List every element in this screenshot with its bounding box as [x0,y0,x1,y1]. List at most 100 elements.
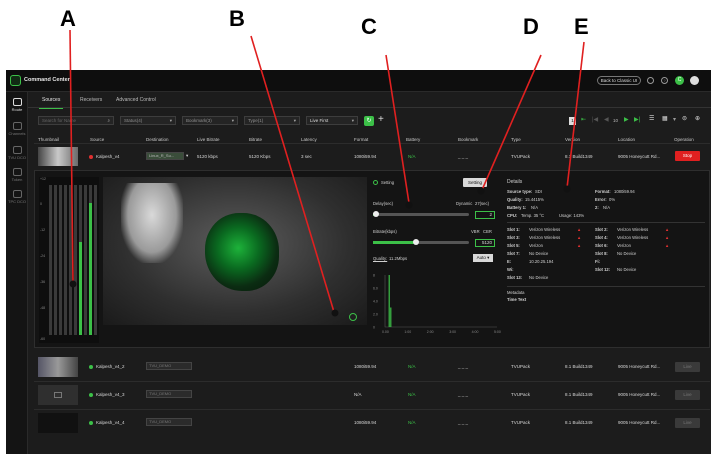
cbr-label[interactable]: CBR [483,229,492,234]
list-view-icon[interactable]: ☰ [649,115,654,122]
prev-icon[interactable]: |◀ [592,116,598,123]
row-bookmark[interactable]: _ _ _ [458,364,468,369]
live-button[interactable]: Live [675,390,700,400]
col-operation: Operation [674,137,694,142]
type-filter[interactable]: Type(1) ▾ [244,116,300,125]
view-dropdown-icon[interactable]: ▾ [673,116,676,123]
tpc-dco-icon [12,190,22,198]
sort-select[interactable]: Live First ▾ [306,116,358,125]
sidebar-item-channels[interactable]: Channels [6,122,28,136]
mini-chart-axis [384,275,497,328]
bitrate-slider[interactable] [373,239,469,245]
slot-label: E: [507,259,512,264]
row-source: Kalpesh_v4_2 [96,364,125,369]
mini-chart-x-tick: 1:00 [404,330,411,334]
source-type-label: Source type: [507,189,533,194]
slot-label: Slot 2: [595,227,608,232]
row-bookmark[interactable]: _ _ _ [458,420,468,425]
page-number[interactable]: 1 [569,117,576,125]
tab-advanced-control[interactable]: Advanced Control [116,97,156,103]
settings-icon[interactable] [647,77,654,84]
mini-chart-y-tick: 4.0 [373,300,378,304]
first-page-icon[interactable]: ⇤ [581,116,586,123]
audio-scale-4: -36 [40,280,46,284]
app-logo-icon [10,75,21,86]
bitrate-slider-knob[interactable] [413,239,420,245]
slot-label: Slot 7: [507,251,520,256]
destination-select-value: Linux_R_Su... [149,153,175,158]
back-to-classic-button[interactable]: Back to Classic UI [597,76,641,85]
table-row[interactable]: Kalpesh_v4_4 TVU_DEMO 1080i59.94 N/A _ _… [28,410,711,436]
table-row[interactable]: Kalpesh_v4_3 TVU_DEMO N/A N/A _ _ _ TVUP… [28,382,711,408]
live-button[interactable]: Live [675,418,700,428]
main-content: Sources Receivers Advanced Control Searc… [28,92,711,454]
preview-fullscreen-icon[interactable] [349,313,357,321]
search-input[interactable]: Search for Name ⌕ [38,116,114,125]
sidebar-item-tpc-dco[interactable]: TPC DCO [6,190,28,204]
bookmark-filter[interactable]: Bookmark(3) ▾ [182,116,238,125]
auto-button[interactable]: Auto ▾ [473,254,493,262]
audio-scale-3: -24 [40,254,46,258]
bitrate-input[interactable]: 5120 [475,239,495,247]
refresh-button[interactable]: ↻ [364,116,374,126]
row-location: 9005 Honeycutt Rd... [618,364,661,369]
destination-select[interactable]: Linux_R_Su... [146,152,184,160]
grid-view-icon[interactable]: ▦ [662,115,668,122]
row-bitrate[interactable]: 5120 Kbps [249,154,271,159]
live-button[interactable]: Live [675,362,700,372]
table-row[interactable]: Kalpesh_v4_2 TVU_DEMO 1080i59.94 N/A _ _… [28,354,711,380]
token-icon [12,168,22,176]
next-page-icon[interactable]: ▶ [624,116,629,123]
row-format: 1080i59.94 [354,364,377,369]
per-page-value[interactable]: 10 [613,118,618,123]
delay-slider[interactable] [372,211,469,217]
slot-error-icon: ▲ [577,235,582,240]
help-icon[interactable]: ? [661,77,668,84]
vbr-label[interactable]: VBR [471,229,480,234]
slot-error-icon: ▲ [577,243,582,248]
setting-button[interactable]: Setting [463,178,487,187]
cpu-temp: Temp. 35 °C [521,213,545,218]
destination-select[interactable]: TVU_DEMO [146,390,192,398]
filter-icon[interactable]: ⊜ [682,115,687,122]
add-icon[interactable]: + [378,114,384,125]
slot-label: Fi: [595,259,601,264]
row-battery: N/A [408,392,416,397]
mini-chart-y-tick: 6.0 [373,287,378,291]
status-filter-label: Status(4) [124,118,143,123]
table-row[interactable]: Kalpesh_v4 Linux_R_Su... ▾ 5120 kbps 512… [28,144,711,168]
row-format: N/A [354,392,362,397]
destination-select[interactable]: TVU_DEMO [146,362,192,370]
sidebar-item-tvu-dco[interactable]: TVU DCO [6,146,28,160]
row-latency[interactable]: 3 sec [301,154,312,159]
mini-chart-bar [388,275,390,327]
callout-a: A [60,6,76,31]
delay-slider-knob[interactable] [372,211,379,217]
dynamic-value: 27(sec) [475,201,489,206]
sidebar-item-route[interactable]: Route [6,98,28,112]
mini-chart-bar [390,307,392,327]
destination-select[interactable]: TVU_DEMO [146,418,192,426]
audio-scale-6: -60 [40,337,46,341]
row-location: 9005 Honeycutt Rd... [618,154,661,159]
prev-page-icon[interactable]: ◀ [604,116,609,123]
slot-label: Slot 6: [595,243,608,248]
row-type: TVUPack [511,420,531,425]
column-settings-icon[interactable]: ⊕ [695,115,700,122]
stop-button[interactable]: Stop [675,151,700,161]
setting-radio-icon[interactable] [373,180,378,185]
sidebar-item-token[interactable]: Token [6,168,28,182]
user-avatar[interactable]: C [675,76,684,85]
row-bookmark[interactable]: _ _ _ [458,154,468,159]
delay-input[interactable]: 2 [475,211,495,219]
status-filter[interactable]: Status(4) ▾ [120,116,176,125]
audio-channel-track [64,185,67,335]
slot-error-icon: ▲ [577,227,582,232]
metadata-title: Metadata [507,290,525,295]
row-bookmark[interactable]: _ _ _ [458,392,468,397]
tab-sources[interactable]: Sources [38,97,64,109]
notifications-icon[interactable] [690,76,699,85]
tab-receivers[interactable]: Receivers [80,97,102,103]
dest-chevron-icon[interactable]: ▾ [186,153,188,159]
last-page-icon[interactable]: ▶| [634,116,640,123]
